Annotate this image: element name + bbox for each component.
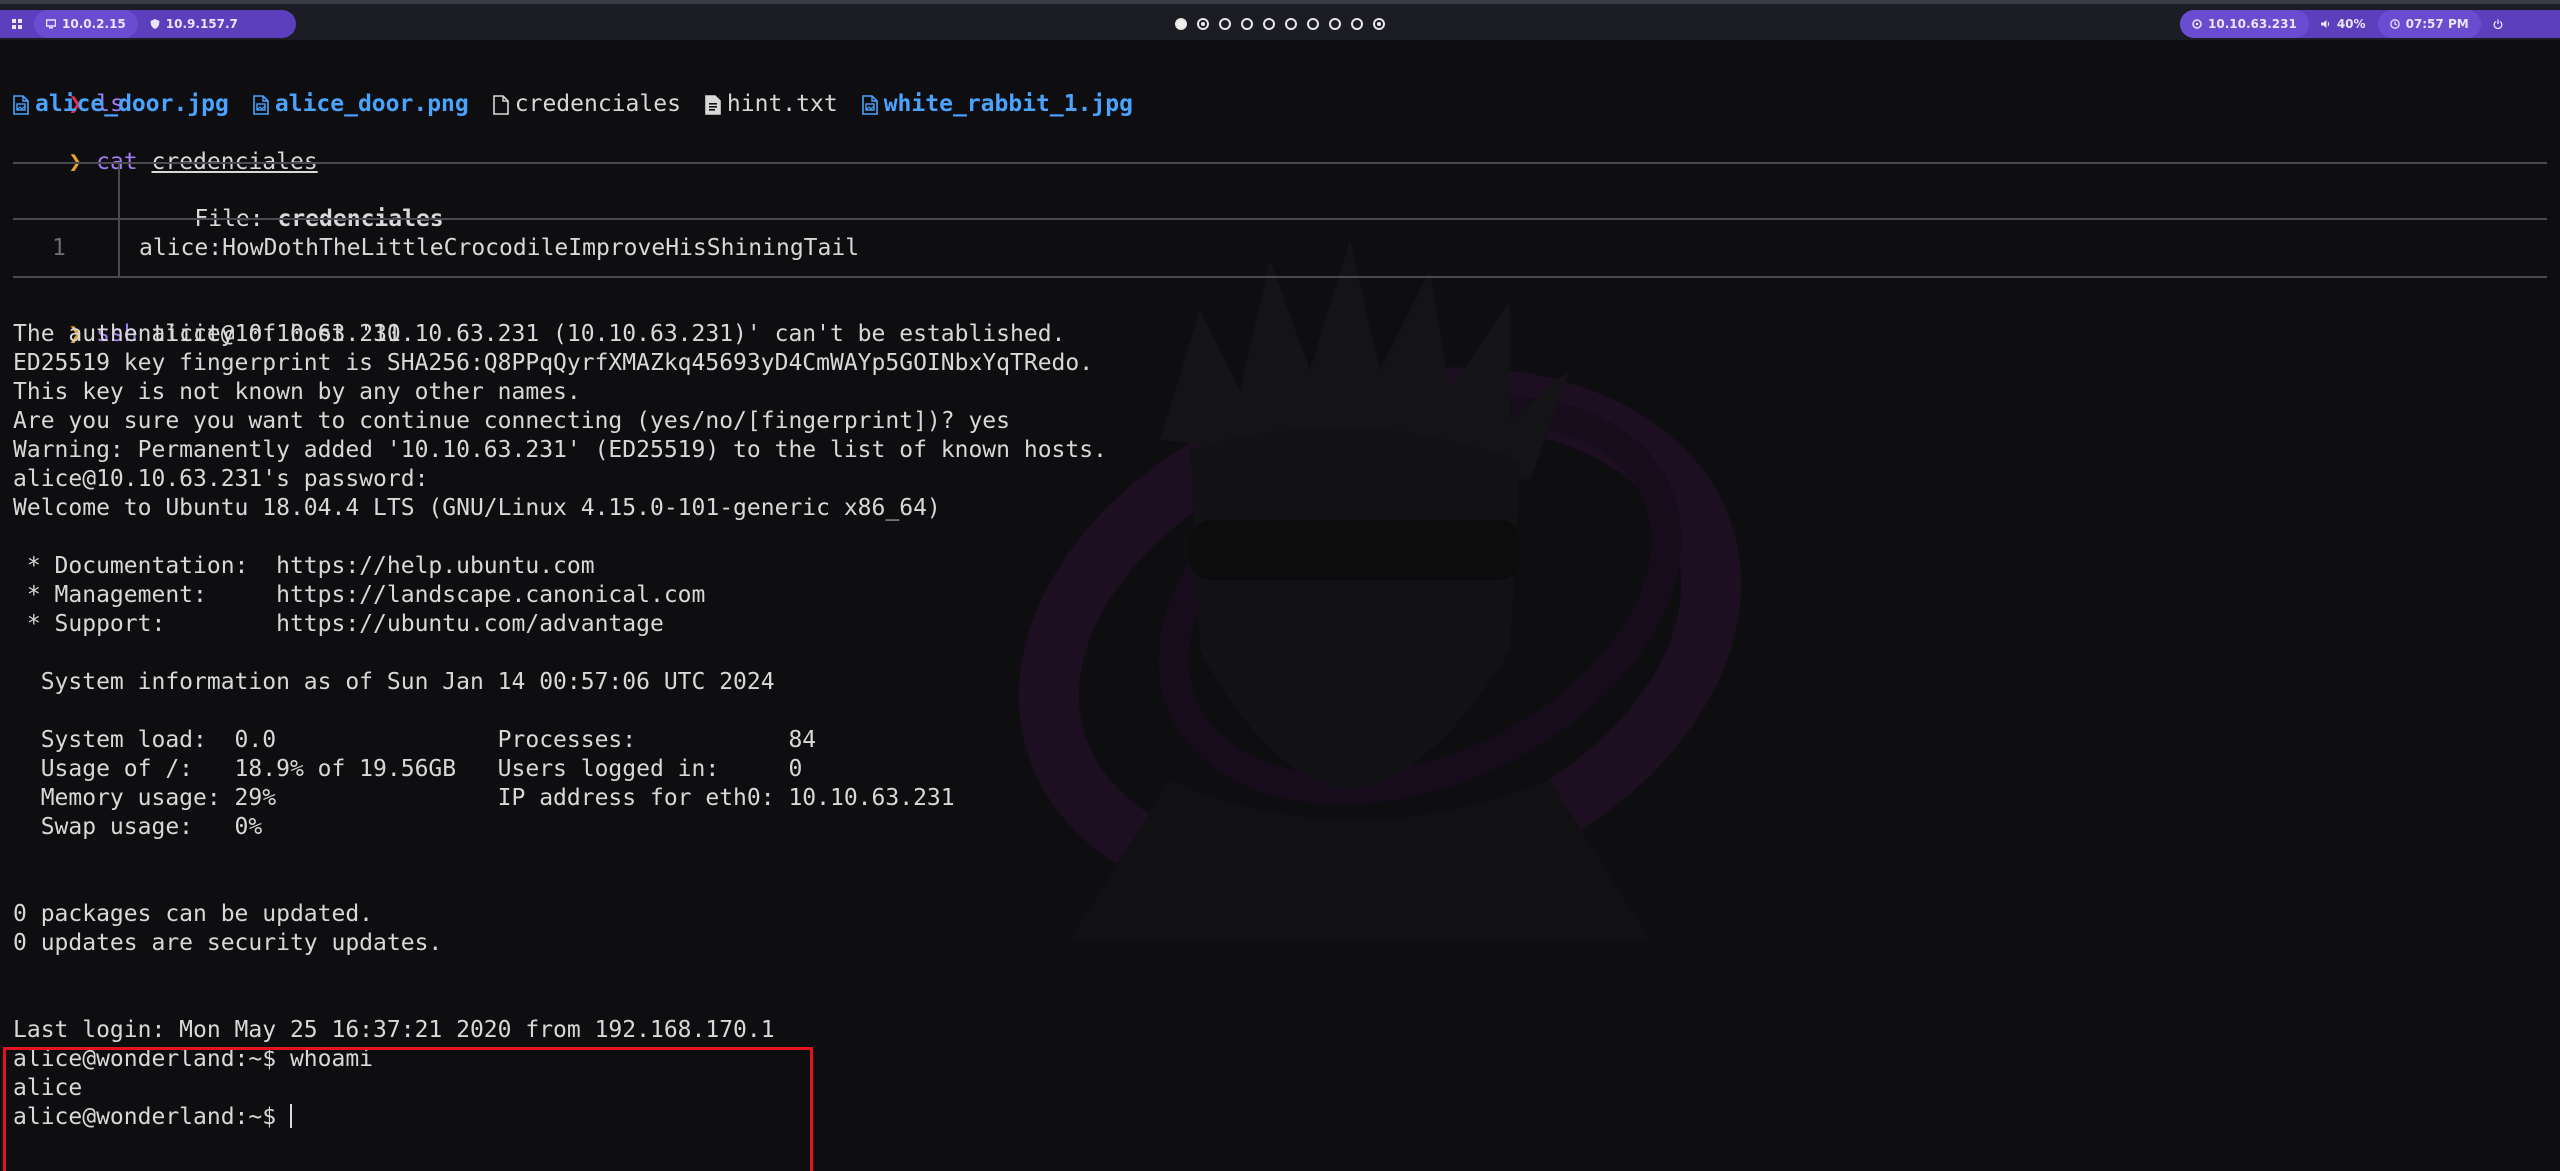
output-text: System load: 0.0 Processes: 84 [13,727,817,753]
output-line: System load: 0.0 Processes: 84 [13,726,816,755]
output-line: * Support: https://ubuntu.com/advantage [13,610,664,639]
bat-top-rule [13,162,2547,164]
output-text: Swap usage: 0% [13,814,263,840]
file-name: credenciales [514,91,681,117]
image-file-icon [253,94,269,115]
top-status-bar: 10.0.2.15 10.9.157.7 10.10.63.231 40% 07… [0,0,2560,40]
output-line: System information as of Sun Jan 14 00:5… [13,668,775,697]
image-file-icon [861,94,878,115]
terminal-window[interactable]: ❯ ls alice_door.jpg alice_door.png credenc… [0,40,2560,1171]
target-icon [2192,19,2202,29]
output-text: Memory usage: 29% IP address for eth0: 1… [13,785,955,811]
output-line: Last login: Mon May 25 16:37:21 2020 fro… [13,1016,775,1045]
workspace-dot-2[interactable] [1197,18,1209,30]
file-entry: alice_door.png [253,90,469,119]
output-line: 0 packages can be updated. [13,900,373,929]
output-line: The authenticity of host '10.10.63.231 (… [13,320,1065,349]
text-file-icon [705,94,721,115]
output-text: alice@10.10.63.231's password: [13,466,443,492]
bat-header-divider [118,162,120,218]
output-text: * Management: https://landscape.canonica… [13,582,706,608]
target-ip-text: 10.10.63.231 [2208,17,2297,31]
workspace-dot-6[interactable] [1285,18,1297,30]
output-text: System information as of Sun Jan 14 00:5… [13,669,775,695]
workspace-dot-9[interactable] [1351,18,1363,30]
file-name: alice_door.png [274,91,469,117]
output-text: Are you sure you want to continue connec… [13,408,1010,434]
volume-text: 40% [2336,17,2366,31]
output-line: Swap usage: 0% [13,813,263,842]
file-name: hint.txt [726,91,838,117]
power-icon [2493,19,2503,29]
workspace-dot-8[interactable] [1329,18,1341,30]
output-text: This key is not known by any other names… [13,379,581,405]
output-line: * Management: https://landscape.canonica… [13,581,706,610]
system-pill: 10.10.63.231 40% 07:57 PM [2180,10,2560,38]
file-entry: white_rabbit_1.jpg [861,90,1133,119]
workspace-dot-4[interactable] [1241,18,1253,30]
output-line: alice@10.10.63.231's password: [13,465,442,494]
output-text: * Support: https://ubuntu.com/advantage [13,611,664,637]
volume-indicator[interactable]: 40% [2309,10,2378,38]
bat-middle-rule [13,218,2547,220]
output-line: Usage of /: 18.9% of 19.56GB Users logge… [13,755,803,784]
workspace-dot-5[interactable] [1263,18,1275,30]
output-text: The authenticity of host '10.10.63.231 (… [13,321,1066,347]
bat-gutter-divider [118,218,120,276]
output-line: 0 updates are security updates. [13,929,442,958]
output-text: 0 packages can be updated. [13,901,374,927]
bat-bottom-rule [13,276,2547,278]
clock-icon [2389,19,2400,29]
file-icon [492,94,509,115]
file-entry: hint.txt [705,90,838,119]
target-ip-indicator[interactable]: 10.10.63.231 [2180,10,2309,38]
output-text: Last login: Mon May 25 16:37:21 2020 fro… [13,1017,775,1043]
output-line: Welcome to Ubuntu 18.04.4 LTS (GNU/Linux… [13,494,941,523]
image-file-icon [13,94,29,115]
output-line: This key is not known by any other names… [13,378,581,407]
bat-line-content: alice:HowDothTheLittleCrocodileImproveHi… [139,235,860,261]
wallpaper-character-image [1018,240,1742,940]
output-line: Warning: Permanently added '10.10.63.231… [13,436,1107,465]
output-text: ED25519 key fingerprint is SHA256:Q8PPqQ… [13,350,1094,376]
workspace-dot-1[interactable] [1175,18,1187,30]
clock-text: 07:57 PM [2405,17,2469,31]
output-text: * Documentation: https://help.ubuntu.com [13,553,595,579]
ls-output: alice_door.jpg alice_door.png credenciales… [13,90,1133,119]
workspace-dot-10[interactable] [1373,18,1385,30]
file-entry: alice_door.jpg [13,90,229,119]
workspace-dot-3[interactable] [1219,18,1231,30]
file-entry: credenciales [492,90,681,119]
output-line: * Documentation: https://help.ubuntu.com [13,552,595,581]
power-button[interactable] [2481,10,2515,38]
workspace-indicators [0,18,2560,30]
file-name: alice_door.jpg [35,91,229,117]
output-line: ED25519 key fingerprint is SHA256:Q8PPqQ… [13,349,1093,378]
output-line: Are you sure you want to continue connec… [13,407,1010,436]
highlight-box [3,1047,813,1171]
output-text: Warning: Permanently added '10.10.63.231… [13,437,1107,463]
clock-indicator[interactable]: 07:57 PM [2377,10,2481,38]
output-text: Usage of /: 18.9% of 19.56GB Users logge… [13,756,803,782]
output-line: Memory usage: 29% IP address for eth0: 1… [13,784,955,813]
file-name: white_rabbit_1.jpg [883,91,1133,117]
output-text: Welcome to Ubuntu 18.04.4 LTS (GNU/Linux… [13,495,941,521]
bat-line-number: 1 [52,235,66,261]
output-text: 0 updates are security updates. [13,930,443,956]
workspace-dot-7[interactable] [1307,18,1319,30]
speaker-icon [2320,20,2330,28]
